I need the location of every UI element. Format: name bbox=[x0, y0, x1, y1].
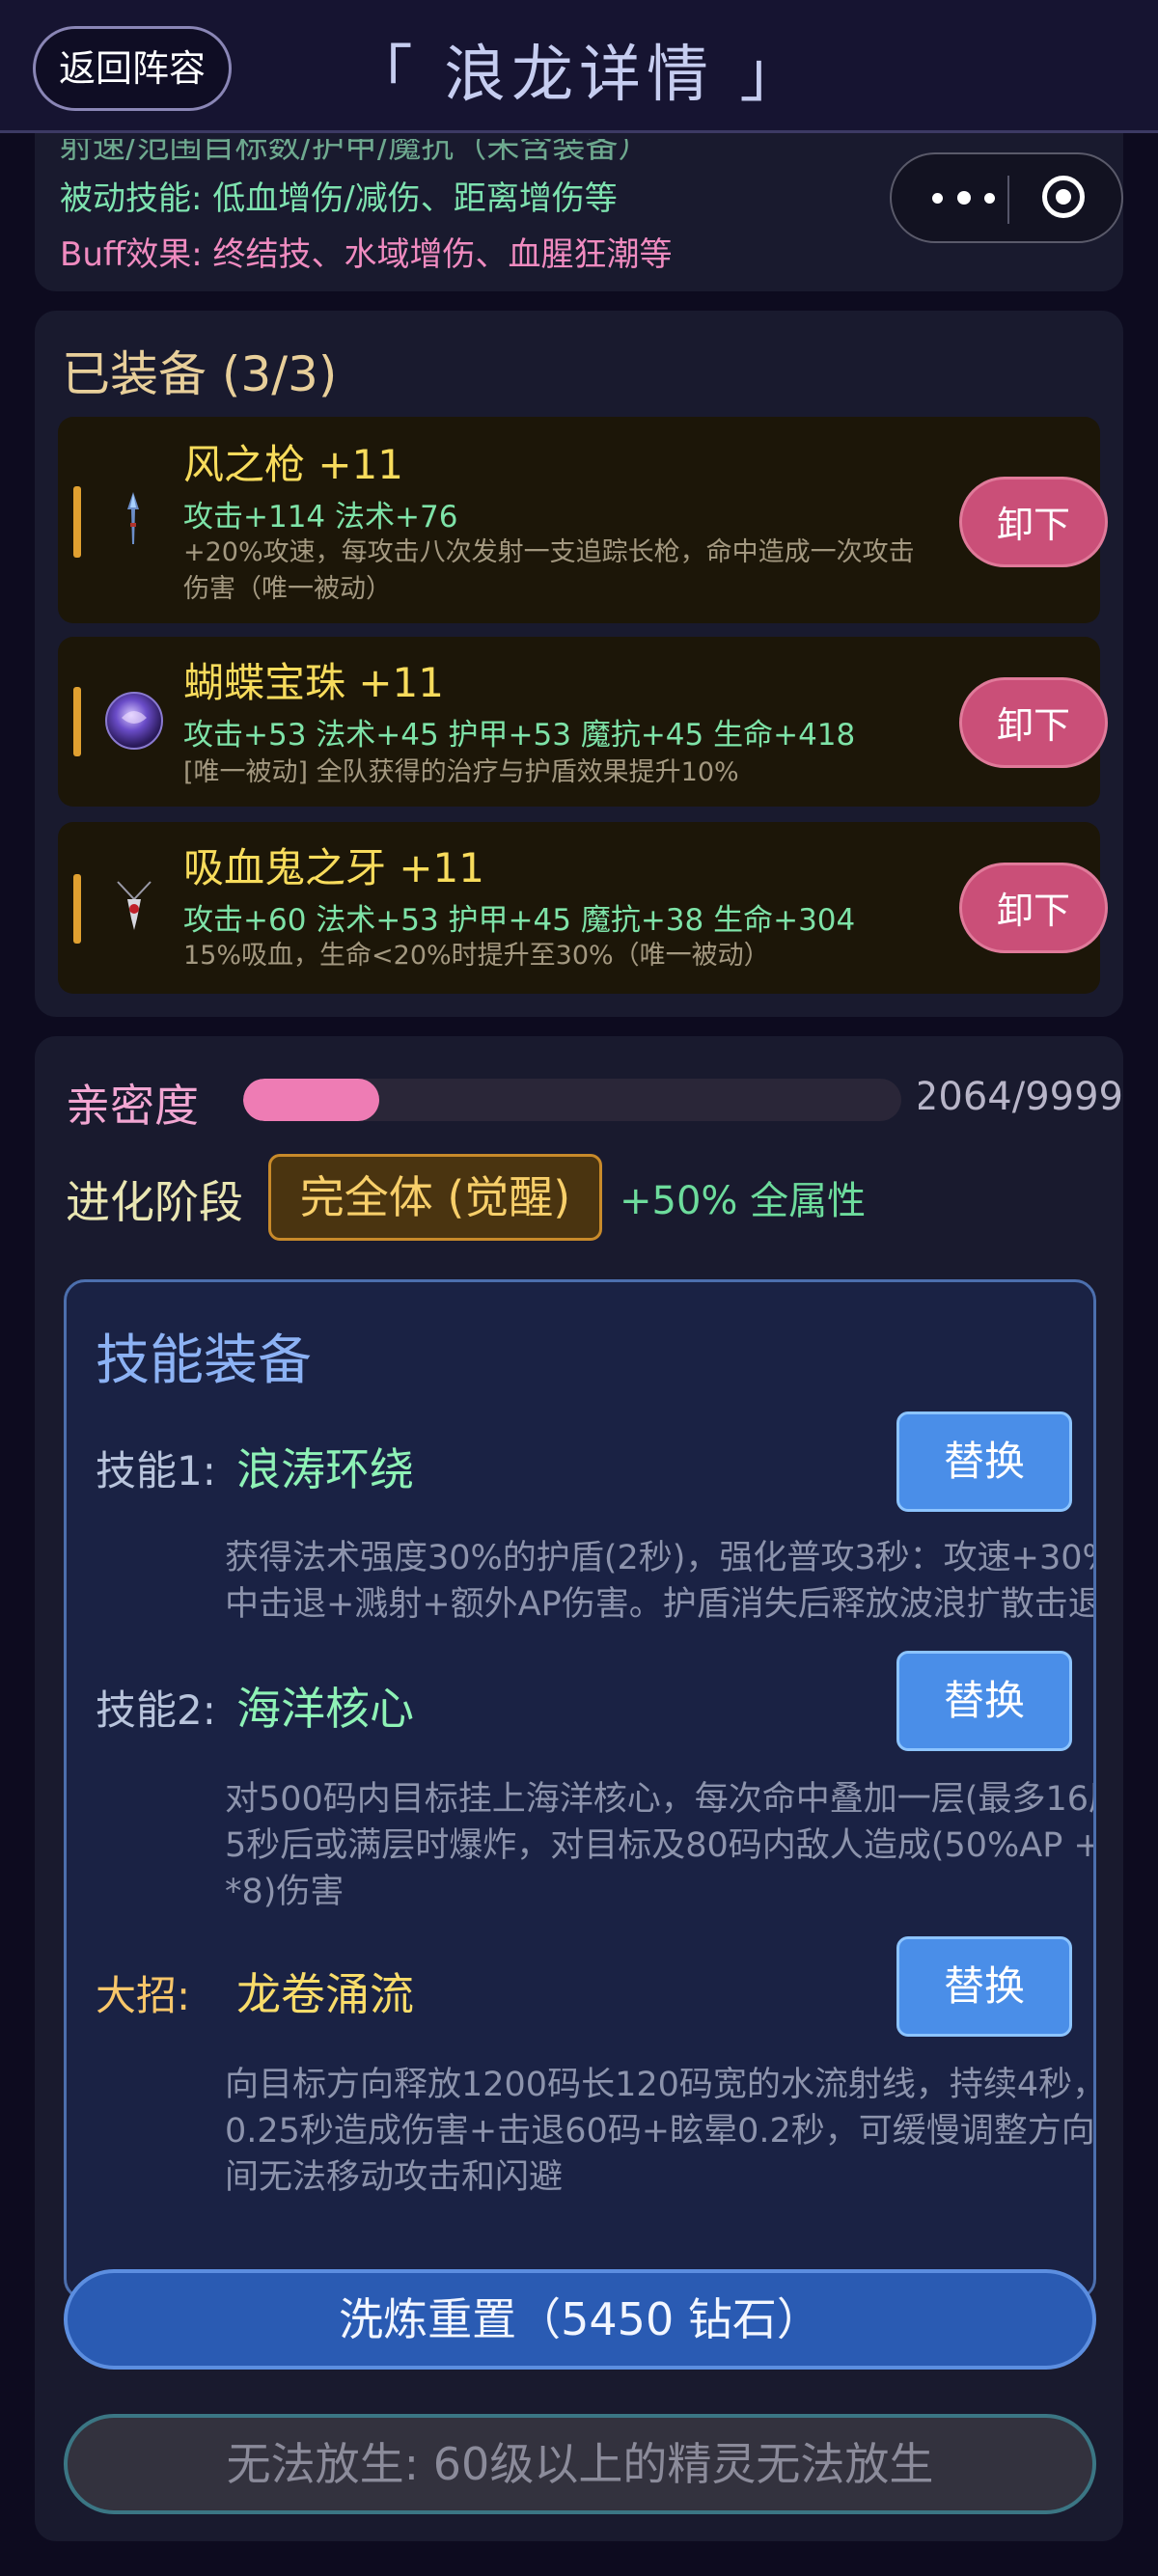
replace-skill-button[interactable]: 替换 bbox=[896, 1651, 1072, 1751]
skill-panel-title: 技能装备 bbox=[96, 1329, 312, 1392]
header-bar: 返回阵容 「 浪龙详情 」 bbox=[0, 0, 1158, 133]
equipment-name: 吸血鬼之牙 +11 bbox=[183, 844, 484, 891]
unequip-button[interactable]: 卸下 bbox=[959, 477, 1108, 567]
growth-card: 亲密度 2064/9999 进化阶段 完全体 (觉醒) +50% 全属性 技能装… bbox=[35, 1036, 1123, 2541]
equipment-name: 蝴蝶宝珠 +11 bbox=[183, 659, 444, 706]
ultimate-slot-label: 大招: bbox=[96, 1972, 191, 2019]
orb-icon bbox=[105, 692, 163, 750]
equipment-stats: 攻击+53 法术+45 护甲+53 魔抗+45 生命+418 bbox=[183, 718, 856, 753]
equipment-card: 已装备 (3/3) 风之枪 +11 攻击+114 法术+76 +20%攻速，每攻… bbox=[35, 311, 1123, 1017]
replace-skill-button[interactable]: 替换 bbox=[896, 1411, 1072, 1512]
rarity-bar bbox=[73, 687, 81, 756]
fang-pendant-icon bbox=[117, 881, 152, 930]
page-title: 「 浪龙详情 」 bbox=[350, 40, 808, 111]
unequip-button[interactable]: 卸下 bbox=[959, 863, 1108, 953]
ultimate-skill-name: 龙卷涌流 bbox=[236, 1968, 414, 2020]
skill-equipment-panel: 技能装备 技能1: 浪涛环绕 替换 获得法术强度30%的护盾(2秒)，强化普攻3… bbox=[64, 1279, 1096, 2300]
evolution-bonus: +50% 全属性 bbox=[620, 1179, 867, 1223]
passive-skills-line: 被动技能: 低血增伤/减伤、距离增伤等 bbox=[60, 179, 618, 218]
equipment-stats: 攻击+114 法术+76 bbox=[183, 500, 458, 534]
equipment-description: 15%吸血，生命<20%时提升至30%（唯一被动） bbox=[183, 941, 770, 971]
skill-name: 浪涛环绕 bbox=[236, 1443, 414, 1495]
affinity-progress-bar bbox=[243, 1079, 901, 1121]
skill-description: 获得法术强度30%的护盾(2秒)，强化普攻3秒：攻速+30%，命中击退+溅射+额… bbox=[225, 1539, 1096, 1624]
buff-effects-line: Buff效果: 终结技、水域增伤、血腥狂潮等 bbox=[60, 235, 673, 274]
unequip-button[interactable]: 卸下 bbox=[959, 677, 1108, 768]
skill-name: 海洋核心 bbox=[236, 1683, 414, 1735]
skill-slot-label: 技能2: bbox=[96, 1686, 216, 1734]
equipment-title: 已装备 (3/3) bbox=[62, 346, 338, 402]
affinity-value: 2064/9999 bbox=[919, 1075, 1123, 1119]
skill-description: 向目标方向释放1200码长120码宽的水流射线，持续4秒，每0.25秒造成伤害+… bbox=[225, 2066, 1096, 2197]
miniprogram-capsule bbox=[890, 152, 1123, 243]
rarity-bar bbox=[73, 874, 81, 944]
equipment-stats: 攻击+60 法术+53 护甲+45 魔抗+38 生命+304 bbox=[183, 903, 856, 938]
equipment-item: 吸血鬼之牙 +11 攻击+60 法术+53 护甲+45 魔抗+38 生命+304… bbox=[58, 822, 1108, 994]
rarity-bar bbox=[73, 486, 81, 558]
close-miniprogram-icon[interactable] bbox=[1042, 176, 1085, 218]
capsule-divider bbox=[1007, 176, 1009, 224]
evolution-label: 进化阶段 bbox=[66, 1176, 243, 1228]
affinity-progress-fill bbox=[243, 1079, 379, 1121]
skill-slot-label: 技能1: bbox=[96, 1447, 216, 1494]
more-icon[interactable] bbox=[924, 179, 1002, 218]
spear-icon bbox=[127, 492, 139, 544]
equipment-item: 蝴蝶宝珠 +11 攻击+53 法术+45 护甲+53 魔抗+45 生命+418 … bbox=[58, 637, 1108, 807]
equipment-description: +20%攻速，每攻击八次发射一支追踪长枪，命中造成一次攻击伤害（唯一被动） bbox=[183, 537, 915, 604]
refine-reset-button[interactable]: 洗炼重置（5450 钻石） bbox=[64, 2269, 1096, 2370]
release-disabled-button: 无法放生: 60级以上的精灵无法放生 bbox=[64, 2414, 1096, 2514]
equipment-item: 风之枪 +11 攻击+114 法术+76 +20%攻速，每攻击八次发射一支追踪长… bbox=[58, 417, 1108, 623]
skill-description: 对500码内目标挂上海洋核心，每次命中叠加一层(最多16层)。5秒后或满层时爆炸… bbox=[225, 1780, 1096, 1911]
equipment-name: 风之枪 +11 bbox=[183, 441, 403, 488]
replace-ultimate-button[interactable]: 替换 bbox=[896, 1936, 1072, 2037]
equipment-description: [唯一被动] 全队获得的治疗与护盾效果提升10% bbox=[183, 757, 739, 787]
affinity-label: 亲密度 bbox=[66, 1080, 199, 1132]
evolution-stage-badge: 完全体 (觉醒) bbox=[268, 1154, 602, 1241]
